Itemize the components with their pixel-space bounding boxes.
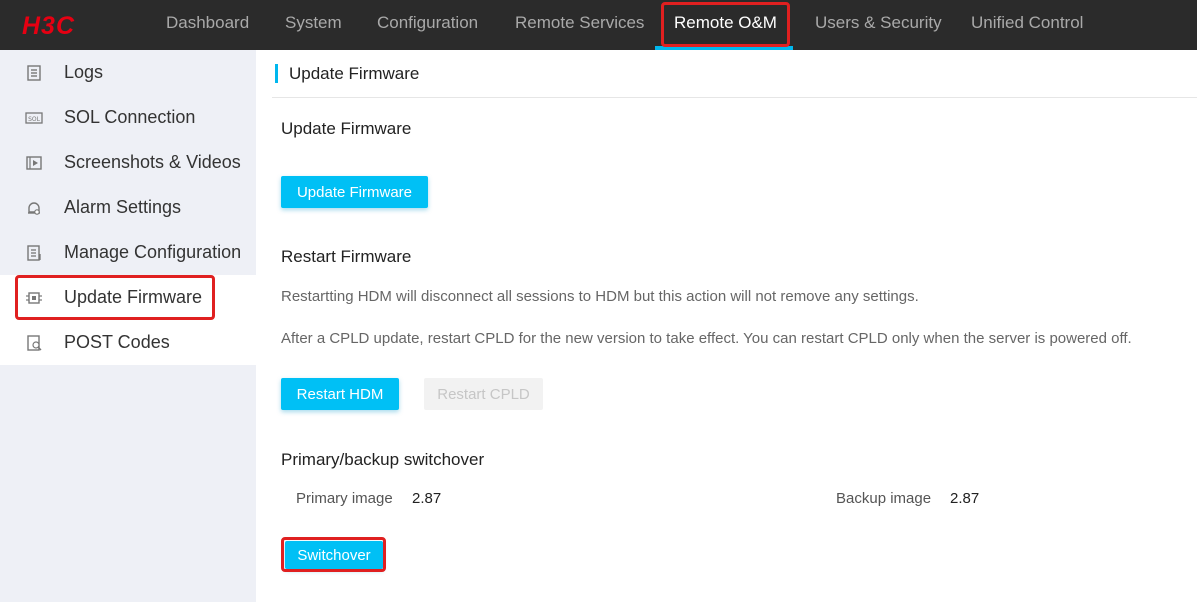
sidebar-item-label: Manage Configuration [64, 242, 242, 262]
sidebar-item-label: Logs [64, 62, 104, 82]
sidebar-item-post-codes[interactable]: POST Codes [0, 320, 256, 365]
nav-configuration[interactable]: Configuration [377, 0, 478, 50]
log-icon [27, 65, 41, 81]
sidebar-item-label: Update Firmware [64, 287, 203, 307]
nav-system[interactable]: System [285, 0, 342, 50]
video-icon [26, 156, 42, 170]
sidebar: Logs SOL SOL Connection Screenshots & Vi… [0, 50, 256, 602]
nav-remote-om[interactable]: Remote O&M [674, 0, 777, 50]
nav-dashboard[interactable]: Dashboard [166, 0, 249, 50]
restart-cpld-button[interactable]: Restart CPLD [424, 378, 543, 410]
svg-text:SOL: SOL [28, 116, 41, 123]
sidebar-item-logs[interactable]: Logs [0, 50, 256, 95]
svg-text:H3C: H3C [22, 12, 75, 39]
restart-hdm-button[interactable]: Restart HDM [281, 378, 399, 410]
backup-image-label: Backup image [836, 490, 932, 507]
top-nav-bar: H3C Dashboard System Configuration Remot… [0, 0, 1197, 50]
sidebar-item-screenshots-videos[interactable]: Screenshots & Videos [0, 140, 256, 185]
post-codes-icon [27, 335, 42, 351]
header-accent-bar [275, 64, 278, 83]
sidebar-menu: Logs SOL SOL Connection Screenshots & Vi… [0, 50, 256, 365]
section-title-update-firmware: Update Firmware [281, 119, 412, 138]
section-title-switchover: Primary/backup switchover [281, 450, 485, 469]
restart-hdm-description: Restartting HDM will disconnect all sess… [281, 288, 919, 305]
sidebar-item-label: SOL Connection [64, 107, 196, 127]
switchover-button[interactable]: Switchover [285, 541, 383, 569]
sol-icon: SOL [25, 112, 43, 124]
sidebar-item-manage-configuration[interactable]: Manage Configuration [0, 230, 256, 275]
sidebar-item-label: Alarm Settings [64, 197, 182, 217]
nav-remote-services[interactable]: Remote Services [515, 0, 644, 50]
nav-users-security[interactable]: Users & Security [815, 0, 942, 50]
nav-unified-control[interactable]: Unified Control [971, 0, 1083, 50]
primary-image-label: Primary image [296, 490, 393, 507]
h3c-logo[interactable]: H3C [20, 11, 102, 39]
section-title-restart-firmware: Restart Firmware [281, 247, 412, 266]
alarm-bell-icon [28, 202, 40, 215]
main-content: Update Firmware Update Firmware Update F… [256, 50, 1197, 602]
update-firmware-button[interactable]: Update Firmware [281, 176, 428, 208]
sidebar-item-label: Screenshots & Videos [64, 152, 241, 172]
page-title: Update Firmware [289, 64, 420, 83]
page-header: Update Firmware [272, 50, 1197, 98]
config-file-icon [27, 245, 41, 261]
sidebar-item-update-firmware[interactable]: Update Firmware [0, 275, 256, 320]
sidebar-item-label: POST Codes [64, 332, 170, 352]
chip-icon [26, 292, 42, 304]
restart-cpld-description: After a CPLD update, restart CPLD for th… [281, 330, 1132, 347]
backup-image-value: 2.87 [950, 490, 980, 507]
primary-image-value: 2.87 [412, 490, 442, 507]
sidebar-item-sol-connection[interactable]: SOL SOL Connection [0, 95, 256, 140]
sidebar-item-alarm-settings[interactable]: Alarm Settings [0, 185, 256, 230]
